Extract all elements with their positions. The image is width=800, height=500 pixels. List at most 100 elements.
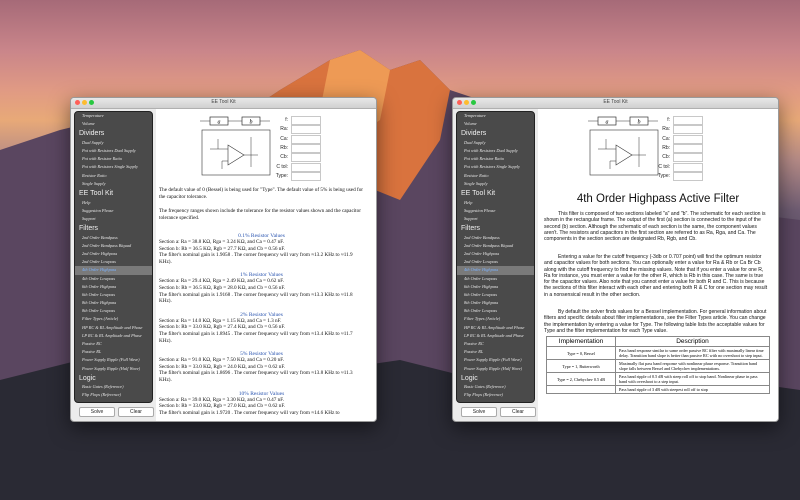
section-a-line: Section a: Ra = 38.8 KΩ, Rga = 3.24 KΩ, … — [159, 239, 284, 245]
sidebar-item-4th-order-lowpass[interactable]: 4th Order Lowpass — [457, 275, 534, 283]
sidebar-item-passive-rc[interactable]: Passive RC — [457, 340, 534, 348]
table-header-implementation: Implementation — [546, 336, 616, 347]
label-type: Type: — [657, 172, 670, 179]
sidebar-item-2nd-order-lowpass[interactable]: 2nd Order Lowpass — [457, 258, 534, 266]
sidebar-item-lp-rc-rl-amplitude-and-phase[interactable]: LP RC & RL Amplitude and Phase — [75, 332, 152, 340]
sidebar-item-2nd-order-bandpass-biquad[interactable]: 2nd Order Bandpass Biquad — [75, 242, 152, 250]
sidebar-item-flip-flops-reference[interactable]: Flip Flops (Reference) — [75, 391, 152, 399]
sidebar-item-power-supply-ripple-full-wave[interactable]: Power Supply Ripple (Full Wave) — [75, 356, 152, 364]
sidebar-item-temperature[interactable]: Temperature — [457, 112, 534, 120]
sidebar-item-flip-flops-reference[interactable]: Flip Flops (Reference) — [457, 391, 534, 399]
sidebar-item-8th-order-lowpass[interactable]: 8th Order Lowpass — [75, 307, 152, 315]
sidebar-item-help[interactable]: Help — [75, 199, 152, 207]
sidebar-item-6th-order-highpass[interactable]: 6th Order Highpass — [75, 283, 152, 291]
input-ra[interactable] — [673, 125, 703, 135]
clear-button[interactable]: Clear — [500, 407, 536, 417]
sidebar-section-filters: Filters — [79, 225, 99, 233]
sidebar-section-filters: Filters — [461, 225, 481, 233]
sidebar-item-volume[interactable]: Volume — [457, 120, 534, 128]
sidebar-item-passive-rl[interactable]: Passive RL — [75, 348, 152, 356]
sidebar-item-power-supply-ripple-half-wave[interactable]: Power Supply Ripple (Half Wave) — [75, 365, 152, 373]
input-rb[interactable] — [291, 143, 321, 153]
label-ra: Ra: — [280, 126, 288, 133]
sidebar-item-single-supply[interactable]: Single Supply — [75, 180, 152, 188]
sidebar-item-6th-order-lowpass[interactable]: 6th Order Lowpass — [457, 291, 534, 299]
input-ca[interactable] — [291, 134, 321, 144]
sidebar-item-basic-gates-reference[interactable]: Basic Gates (Reference) — [457, 383, 534, 391]
sidebar-item-2nd-order-highpass[interactable]: 2nd Order Highpass — [75, 250, 152, 258]
sidebar-item-2nd-order-highpass[interactable]: 2nd Order Highpass — [457, 250, 534, 258]
input-ca[interactable] — [673, 134, 703, 144]
sidebar-item-pot-with-resistors-dual-supply[interactable]: Pot with Resistors Dual Supply — [75, 147, 152, 155]
sidebar-item-4th-order-highpass[interactable]: 4th Order Highpass — [75, 266, 152, 275]
sidebar-item-single-supply[interactable]: Single Supply — [457, 180, 534, 188]
result-block: 10% Resistor Values Section a: Ra = 39.0 … — [159, 391, 364, 417]
input-rb[interactable] — [673, 143, 703, 153]
solve-button[interactable]: Solve — [79, 407, 115, 417]
sidebar-item-dual-supply[interactable]: Dual Supply — [75, 139, 152, 147]
input-c-tol[interactable] — [291, 162, 321, 172]
sidebar-item-hp-rc-rl-amplitude-and-phase[interactable]: HP RC & RL Amplitude and Phase — [457, 324, 534, 332]
sidebar-item-pot-with-resistor-ratio[interactable]: Pot with Resistor Ratio — [75, 155, 152, 163]
solve-button[interactable]: Solve — [461, 407, 497, 417]
input-type[interactable] — [673, 171, 703, 181]
sidebar-item-filter-types-article[interactable]: Filter Types (Article) — [457, 315, 534, 323]
sidebar-item-power-supply-ripple-half-wave[interactable]: Power Supply Ripple (Half Wave) — [457, 365, 534, 373]
sidebar-item-help[interactable]: Help — [457, 199, 534, 207]
sidebar-item-2nd-order-lowpass[interactable]: 2nd Order Lowpass — [75, 258, 152, 266]
filter-schematic: a b — [588, 116, 659, 176]
result-block: 2% Resistor Values Section a: Ra = 14.0 K… — [159, 312, 364, 344]
sidebar-item-pot-with-resistors-dual-supply[interactable]: Pot with Resistors Dual Supply — [457, 147, 534, 155]
result-block: 0.1% Resistor Values Section a: Ra = 38.8… — [159, 233, 364, 265]
input-ra[interactable] — [291, 125, 321, 135]
sidebar-item-resistor-ratio[interactable]: Resistor Ratio — [75, 172, 152, 180]
sidebar-item-6th-order-lowpass[interactable]: 6th Order Lowpass — [75, 291, 152, 299]
content-pane: a b f:1kRa: Ca: Rb: Cb: C tol: Type: The defa… — [156, 109, 376, 421]
sidebar-item-8th-order-highpass[interactable]: 8th Order Highpass — [75, 299, 152, 307]
sidebar-item-filter-types-article[interactable]: Filter Types (Article) — [75, 315, 152, 323]
sidebar[interactable]: Temperature Volume Dividers Dual Supply Pot … — [74, 111, 153, 403]
label-cb: Cb: — [280, 154, 288, 161]
section-a-line: Section a: Ra = 14.0 KΩ, Rga = 1.15 KΩ, … — [159, 317, 282, 324]
input-cb[interactable] — [673, 153, 703, 163]
input-f[interactable]: 1k — [291, 116, 321, 132]
sidebar-item-power-supply-ripple-full-wave[interactable]: Power Supply Ripple (Full Wave) — [457, 356, 534, 364]
right-titlebar: EE Tool Kit — [453, 98, 778, 109]
sidebar-item-4th-order-highpass[interactable]: 4th Order Highpass — [457, 266, 534, 275]
sidebar-item-pot-with-resistors-single-supply[interactable]: Pot with Resistors Single Supply — [75, 163, 152, 171]
input-type[interactable] — [291, 171, 321, 181]
sidebar-item-passive-rc[interactable]: Passive RC — [75, 340, 152, 348]
sidebar-item-suggestion-please[interactable]: Suggestion Please — [75, 207, 152, 215]
sidebar-item-support[interactable]: Support — [457, 215, 534, 223]
input-c-tol[interactable] — [673, 162, 703, 172]
sidebar-item-dual-supply[interactable]: Dual Supply — [457, 139, 534, 147]
sidebar[interactable]: Temperature Volume Dividers Dual Supply Pot … — [456, 111, 535, 403]
label-f: f: — [667, 117, 670, 123]
sidebar-item-passive-rl[interactable]: Passive RL — [457, 348, 534, 356]
sidebar-item-suggestion-please[interactable]: Suggestion Please — [457, 207, 534, 215]
sidebar-item-2nd-order-bandpass[interactable]: 2nd Order Bandpass — [75, 234, 152, 242]
sidebar-item-8th-order-highpass[interactable]: 8th Order Highpass — [457, 299, 534, 307]
sidebar-item-lp-rc-rl-amplitude-and-phase[interactable]: LP RC & RL Amplitude and Phase — [457, 332, 534, 340]
input-f[interactable] — [673, 116, 703, 125]
sidebar-section-dividers: Dividers — [79, 130, 105, 138]
sidebar-item-2nd-order-bandpass[interactable]: 2nd Order Bandpass — [457, 234, 534, 242]
sidebar-item-pot-with-resistor-ratio[interactable]: Pot with Resistor Ratio — [457, 155, 534, 163]
sidebar-item-6th-order-highpass[interactable]: 6th Order Highpass — [457, 283, 534, 291]
sidebar-item-4th-order-lowpass[interactable]: 4th Order Lowpass — [75, 275, 152, 283]
table-cell-description: Pass band ripple of 0.5 dB with steep ro… — [615, 372, 770, 386]
label-c-tol: C tol: — [276, 163, 288, 170]
input-cb[interactable] — [291, 153, 321, 163]
sidebar-item-8th-order-lowpass[interactable]: 8th Order Lowpass — [457, 307, 534, 315]
sidebar-item-pot-with-resistors-single-supply[interactable]: Pot with Resistors Single Supply — [457, 163, 534, 171]
right-window: EE Tool Kit Temperature Volume Dividers Dua… — [452, 97, 779, 422]
sidebar-item-hp-rc-rl-amplitude-and-phase[interactable]: HP RC & RL Amplitude and Phase — [75, 324, 152, 332]
sidebar-item-support[interactable]: Support — [75, 215, 152, 223]
results-list: 0.1% Resistor Values Section a: Ra = 38.8… — [159, 233, 364, 421]
sidebar-item-volume[interactable]: Volume — [75, 120, 152, 128]
sidebar-item-2nd-order-bandpass-biquad[interactable]: 2nd Order Bandpass Biquad — [457, 242, 534, 250]
sidebar-item-basic-gates-reference[interactable]: Basic Gates (Reference) — [75, 383, 152, 391]
clear-button[interactable]: Clear — [118, 407, 154, 417]
sidebar-item-temperature[interactable]: Temperature — [75, 112, 152, 120]
sidebar-item-resistor-ratio[interactable]: Resistor Ratio — [457, 172, 534, 180]
